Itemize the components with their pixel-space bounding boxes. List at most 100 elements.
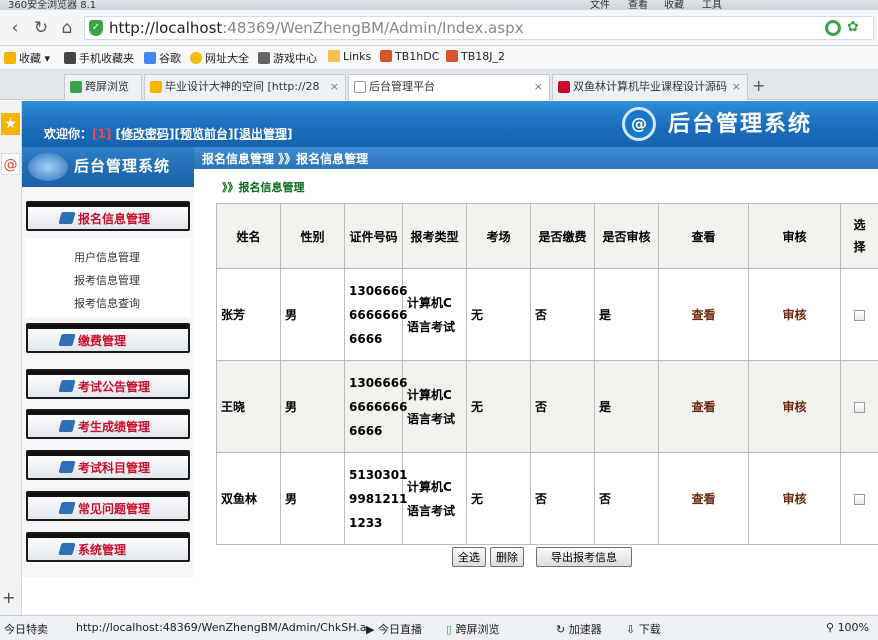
phone-icon	[70, 81, 82, 93]
menu-file[interactable]: 文件	[590, 0, 610, 10]
home-icon[interactable]: ⌂	[56, 17, 78, 39]
fav-item[interactable]: 谷歌	[144, 50, 181, 66]
taobao-icon	[380, 50, 392, 62]
logo-icon: @	[622, 107, 656, 141]
star-icon	[150, 81, 162, 93]
leaf-icon[interactable]: ✿	[847, 19, 863, 37]
zoom-icon: ⚲	[826, 621, 838, 634]
submenu-registration-info[interactable]: 报考信息管理	[74, 272, 140, 288]
pen-icon	[58, 543, 76, 555]
col-header-id: 证件号码	[344, 203, 403, 269]
row-checkbox[interactable]	[854, 401, 865, 413]
cell-select	[840, 452, 878, 545]
star-icon	[4, 52, 16, 64]
close-icon[interactable]: ×	[534, 75, 543, 99]
preview-front-link[interactable]: [预览前台]	[175, 127, 234, 141]
review-link[interactable]: 审核	[748, 452, 841, 545]
cell-type: 计算机C 语言考试	[402, 452, 467, 545]
breadcrumb: 报名信息管理 》》报名信息管理	[194, 147, 878, 169]
cell-type: 计算机C 语言考试	[402, 360, 467, 453]
status-accelerator[interactable]: ↻ 加速器	[556, 621, 602, 637]
submenu-user-info[interactable]: 用户信息管理	[74, 249, 140, 265]
menu-view[interactable]: 查看	[628, 0, 648, 10]
fav-item[interactable]: TB1hDC	[380, 50, 439, 63]
review-link[interactable]: 审核	[748, 360, 841, 453]
review-link[interactable]: 审核	[748, 268, 841, 361]
menu-favorites[interactable]: 收藏	[664, 0, 684, 10]
table-row: 王晓 男 1306666 6666666 6666 计算机C 语言考试 无 否 是 查…	[216, 360, 878, 453]
tab-cross-screen[interactable]: 跨屏浏览	[64, 74, 142, 100]
gamepad-icon	[258, 52, 270, 64]
new-tab-button[interactable]: +	[752, 76, 765, 95]
site-icon	[558, 81, 570, 93]
tab-admin[interactable]: 后台管理平台 ×	[348, 74, 550, 101]
mail-icon[interactable]: @	[1, 153, 20, 175]
change-password-link[interactable]: [修改密码]	[116, 127, 175, 141]
fav-item[interactable]: Links	[328, 50, 371, 63]
row-checkbox[interactable]	[854, 309, 865, 321]
refresh-icon[interactable]: ↻	[30, 17, 52, 39]
logout-link[interactable]: [退出管理]	[234, 127, 293, 141]
cell-paid: 否	[530, 268, 595, 361]
cell-paid: 否	[530, 452, 595, 545]
menu-notice[interactable]: 考试公告管理	[26, 369, 190, 399]
view-link[interactable]: 查看	[658, 360, 749, 453]
tab-source[interactable]: 双鱼林计算机毕业课程设计源码 ×	[552, 74, 748, 100]
pen-icon	[58, 380, 76, 392]
fav-item[interactable]: 网址大全	[190, 50, 249, 66]
fav-item[interactable]: TB18J_2	[446, 50, 505, 63]
view-link[interactable]: 查看	[658, 452, 749, 545]
submenu-list: 用户信息管理 报考信息管理 报考信息查询	[26, 239, 190, 317]
status-download[interactable]: ⇩ 下载	[626, 621, 661, 637]
close-icon[interactable]: ×	[330, 75, 339, 99]
url-text: http://localhost:48369/WenZhengBM/Admin/…	[109, 19, 524, 37]
status-zoom[interactable]: ⚲ 100%	[826, 621, 869, 634]
pen-icon	[58, 420, 76, 432]
page-subtitle: 》》报名信息管理	[222, 181, 305, 194]
back-arrow-icon[interactable]: ‹	[4, 17, 26, 39]
favorites-bar: 收藏 ▾ 手机收藏夹 谷歌 网址大全 游戏中心 Links TB1hDC TB1…	[0, 46, 878, 70]
menu-faq[interactable]: 常见问题管理	[26, 491, 190, 521]
view-link[interactable]: 查看	[658, 268, 749, 361]
fav-item[interactable]: 收藏 ▾	[4, 50, 50, 66]
menu-subjects[interactable]: 考试科目管理	[26, 450, 190, 480]
export-button[interactable]: 导出报考信息	[536, 547, 632, 567]
tab-blog[interactable]: 毕业设计大神的空间 [http://28 ×	[144, 74, 346, 100]
menu-scores[interactable]: 考生成绩管理	[26, 409, 190, 439]
close-icon[interactable]: ×	[732, 75, 741, 99]
welcome-text: 欢迎你：[1] [修改密码][预览前台][退出管理]	[44, 127, 293, 141]
delete-button[interactable]: 删除	[490, 547, 524, 567]
url-input[interactable]: ✓ http://localhost:48369/WenZhengBM/Admi…	[84, 16, 874, 40]
cell-gender: 男	[280, 268, 345, 361]
menu-system[interactable]: 系统管理	[26, 532, 190, 562]
col-header-room: 考场	[466, 203, 531, 269]
submenu-registration-query[interactable]: 报考信息查询	[74, 295, 140, 311]
menu-enrollment[interactable]: 报名信息管理	[26, 201, 190, 231]
col-header-select: 选择	[840, 203, 878, 269]
row-checkbox[interactable]	[854, 493, 865, 505]
pen-icon	[58, 334, 76, 346]
cell-reviewed: 是	[594, 268, 659, 361]
page-icon	[354, 81, 366, 93]
pen-icon	[58, 502, 76, 514]
fav-item[interactable]: 游戏中心	[258, 50, 317, 66]
fav-item[interactable]: 手机收藏夹	[64, 50, 134, 66]
taobao-icon	[446, 50, 458, 62]
menu-payment[interactable]: 缴费管理	[26, 323, 190, 353]
globe-icon	[190, 52, 202, 64]
menu-tools[interactable]: 工具	[702, 0, 722, 10]
status-today-deals[interactable]: 今日特卖	[4, 621, 48, 637]
star-icon[interactable]: ★	[1, 113, 20, 135]
download-icon: ⇩	[626, 623, 639, 636]
col-header-review: 审核	[748, 203, 841, 269]
status-live[interactable]: ▶ 今日直播	[366, 621, 422, 637]
col-header-reviewed: 是否审核	[594, 203, 659, 269]
pen-icon	[58, 461, 76, 473]
status-cross-screen[interactable]: ▯ 跨屏浏览	[446, 621, 500, 637]
accelerate-icon[interactable]	[825, 20, 841, 36]
cell-room: 无	[466, 452, 531, 545]
phone-icon	[64, 52, 76, 64]
select-all-button[interactable]: 全选	[452, 547, 486, 567]
plus-icon[interactable]: +	[2, 588, 15, 607]
folder-icon	[328, 50, 340, 62]
